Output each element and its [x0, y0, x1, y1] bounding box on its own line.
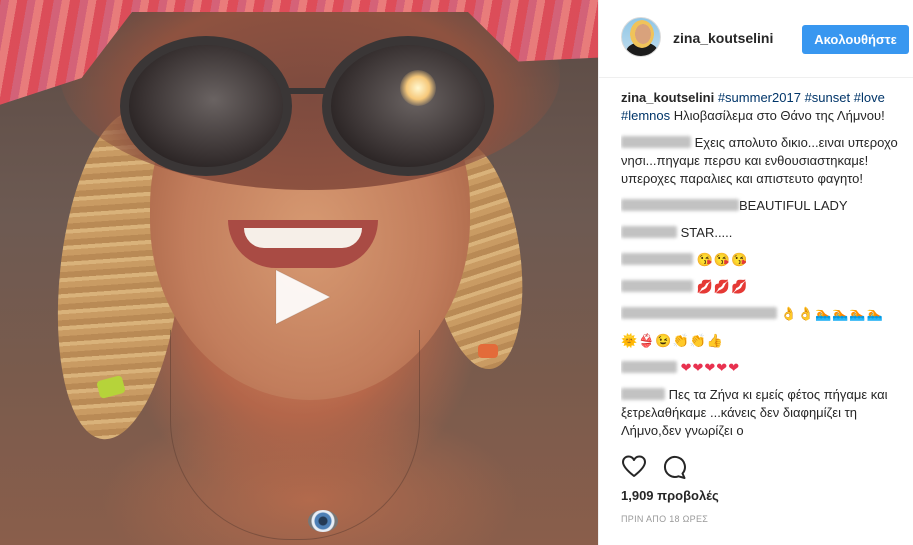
comment: Πες τα Ζήνα κι εμείς φέτος πήγαμε και ξε…: [621, 386, 909, 440]
sunglasses-lens-right: [322, 36, 494, 176]
comment-username-blurred[interactable]: [621, 307, 777, 319]
comment-text: 😘😘😘: [696, 252, 749, 267]
post-header: zina_koutselini Ακολουθήστε: [599, 0, 913, 78]
hashtag-sunset[interactable]: #sunset: [805, 90, 851, 105]
post-timestamp[interactable]: ΠΡΙΝ ΑΠΟ 18 ΩΡΕΣ: [621, 514, 708, 524]
avatar[interactable]: [621, 17, 661, 57]
sunglasses-lens-left: [120, 36, 292, 176]
comment: 🌞👙😉👏👏👍: [621, 332, 909, 350]
heart-icon[interactable]: [621, 454, 647, 480]
comment-username-blurred[interactable]: [621, 361, 677, 373]
play-icon[interactable]: [268, 264, 334, 330]
post-video[interactable]: [0, 0, 598, 545]
comment-username-blurred[interactable]: [621, 199, 739, 211]
follow-button[interactable]: Ακολουθήστε: [802, 25, 909, 54]
comment-username-blurred[interactable]: [621, 388, 665, 400]
comment-icon[interactable]: [661, 454, 687, 480]
comment: ❤❤❤❤❤: [621, 359, 909, 377]
views-count[interactable]: 1,909 προβολές: [621, 488, 719, 503]
post-caption: zina_koutselini #summer2017 #sunset #lov…: [621, 89, 909, 125]
comment-text: 💋💋💋: [696, 279, 749, 294]
hashtag-lemnos[interactable]: #lemnos: [621, 108, 670, 123]
caption-username[interactable]: zina_koutselini: [621, 90, 714, 105]
comment: Εχεις απολυτο δικιο...ειναι υπεροχο νησι…: [621, 134, 909, 188]
comment-username-blurred[interactable]: [621, 280, 693, 292]
comment: 👌👌🏊🏊🏊🏊: [621, 305, 909, 323]
comment: STAR.....: [621, 224, 909, 242]
comment: 💋💋💋: [621, 278, 909, 296]
evil-eye-pendant: [308, 510, 338, 532]
caption-text: Ηλιοβασίλεμα στο Θάνο της Λήμνου!: [673, 108, 885, 123]
comment-text: ❤❤❤❤❤: [680, 360, 741, 375]
comment-text: STAR.....: [680, 225, 733, 240]
comments-list[interactable]: zina_koutselini #summer2017 #sunset #lov…: [621, 89, 909, 441]
comment-username-blurred[interactable]: [621, 226, 677, 238]
comment-text: BEAUTIFUL LADY: [739, 198, 848, 213]
header-username[interactable]: zina_koutselini: [673, 30, 773, 46]
hashtag-summer2017[interactable]: #summer2017: [718, 90, 801, 105]
comment-text: 👌👌🏊🏊🏊🏊: [780, 306, 884, 321]
post-sidebar: zina_koutselini Ακολουθήστε zina_koutsel…: [598, 0, 913, 545]
comment-username-blurred[interactable]: [621, 253, 693, 265]
comment: 😘😘😘: [621, 251, 909, 269]
hashtag-love[interactable]: #love: [854, 90, 885, 105]
comment-username-blurred[interactable]: [621, 136, 691, 148]
comment-text: 🌞👙😉👏👏👍: [621, 333, 725, 348]
comment: BEAUTIFUL LADY: [621, 197, 909, 215]
